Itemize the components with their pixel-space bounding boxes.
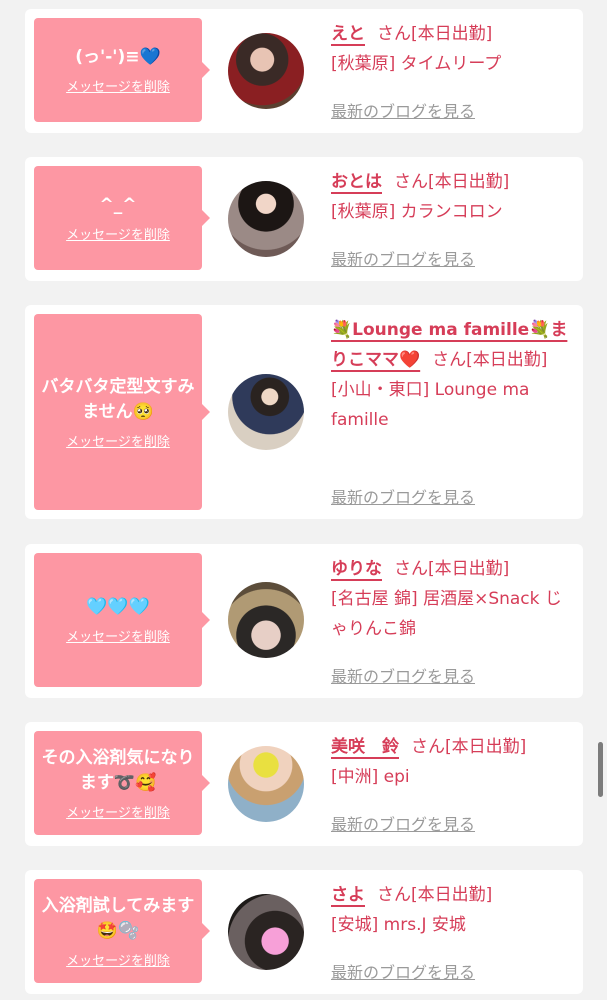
view-blog-link[interactable]: 最新のブログを見る — [331, 811, 475, 835]
message-text: バタバタ定型文すみません🥺 — [41, 376, 195, 422]
list-item: 入浴剤試してみます🤩🫧 メッセージを削除 さよ さん[本日出勤] [安城] mrs… — [25, 870, 583, 994]
list-item: バタバタ定型文すみません🥺 メッセージを削除 💐Lounge ma famill… — [25, 305, 583, 519]
delete-message-link[interactable]: メッセージを削除 — [66, 950, 170, 969]
honorific: さん — [377, 885, 411, 905]
delete-message-link[interactable]: メッセージを削除 — [66, 76, 170, 95]
message-text: その入浴剤気になります➰🥰 — [41, 747, 195, 793]
view-blog-link[interactable]: 最新のブログを見る — [331, 484, 475, 508]
message-bubble: 🩵🩵🩵 メッセージを削除 — [34, 553, 210, 687]
message-text: 入浴剤試してみます🤩🫧 — [41, 895, 195, 941]
cast-info: ゆりな さん[本日出勤] [名古屋 錦] 居酒屋×Snack じゃりんこ錦 — [331, 554, 571, 644]
message-bubble: ^_^ メッセージを削除 — [34, 166, 210, 270]
status-badge: [本日出勤] — [411, 885, 493, 905]
message-bubble: 入浴剤試してみます🤩🫧 メッセージを削除 — [34, 879, 210, 983]
status-badge: [本日出勤] — [466, 350, 548, 370]
message-text: (っ'-')≡💙 — [75, 47, 161, 67]
delete-message-link[interactable]: メッセージを削除 — [66, 626, 170, 645]
status-badge: [本日出勤] — [428, 172, 510, 192]
status-badge: [本日出勤] — [445, 737, 527, 757]
shop-name: [名古屋 錦] 居酒屋×Snack じゃりんこ錦 — [331, 589, 562, 639]
delete-message-link[interactable]: メッセージを削除 — [66, 802, 170, 821]
delete-message-link[interactable]: メッセージを削除 — [66, 224, 170, 243]
honorific: さん — [394, 172, 428, 192]
honorific: さん — [411, 737, 445, 757]
honorific: さん — [377, 24, 411, 44]
cast-name-link[interactable]: おとは — [331, 172, 382, 192]
cast-info: おとは さん[本日出勤] [秋葉原] カランコロン — [331, 167, 571, 227]
list-item: その入浴剤気になります➰🥰 メッセージを削除 美咲 鈴さん[本日出勤] [中洲]… — [25, 722, 583, 846]
cast-info: 美咲 鈴さん[本日出勤] [中洲] epi — [331, 732, 571, 792]
cast-info: 💐Lounge ma famille💐まりこママ❤️ さん[本日出勤] [小山・東… — [331, 315, 571, 435]
shop-name: [安城] mrs.J 安城 — [331, 915, 466, 935]
avatar[interactable] — [228, 746, 304, 822]
avatar[interactable] — [228, 582, 304, 658]
view-blog-link[interactable]: 最新のブログを見る — [331, 959, 475, 983]
avatar[interactable] — [228, 894, 304, 970]
cast-info: さよ さん[本日出勤] [安城] mrs.J 安城 — [331, 880, 571, 940]
delete-message-link[interactable]: メッセージを削除 — [66, 431, 170, 450]
cast-name-link[interactable]: さよ — [331, 885, 365, 905]
message-bubble: その入浴剤気になります➰🥰 メッセージを削除 — [34, 731, 210, 835]
list-item: ^_^ メッセージを削除 おとは さん[本日出勤] [秋葉原] カランコロン 最新… — [25, 157, 583, 281]
view-blog-link[interactable]: 最新のブログを見る — [331, 663, 475, 687]
list-item: 🩵🩵🩵 メッセージを削除 ゆりな さん[本日出勤] [名古屋 錦] 居酒屋×Sna… — [25, 544, 583, 698]
scrollbar[interactable] — [598, 742, 603, 797]
honorific: さん — [432, 350, 467, 370]
avatar[interactable] — [228, 33, 304, 109]
shop-name: [中洲] epi — [331, 767, 410, 787]
view-blog-link[interactable]: 最新のブログを見る — [331, 246, 475, 270]
message-bubble: (っ'-')≡💙 メッセージを削除 — [34, 18, 210, 122]
message-text: ^_^ — [99, 195, 137, 215]
cast-info: えと さん[本日出勤] [秋葉原] タイムリープ — [331, 19, 571, 79]
view-blog-link[interactable]: 最新のブログを見る — [331, 98, 475, 122]
shop-name: [秋葉原] タイムリープ — [331, 54, 502, 74]
shop-name: [秋葉原] カランコロン — [331, 202, 503, 222]
status-badge: [本日出勤] — [428, 559, 510, 579]
honorific: さん — [394, 559, 428, 579]
cast-name-link[interactable]: ゆりな — [331, 559, 382, 579]
cast-name-link[interactable]: 美咲 鈴 — [331, 737, 399, 757]
message-text: 🩵🩵🩵 — [86, 597, 150, 617]
cast-name-link[interactable]: えと — [331, 24, 365, 44]
avatar[interactable] — [228, 181, 304, 257]
avatar[interactable] — [228, 374, 304, 450]
message-bubble: バタバタ定型文すみません🥺 メッセージを削除 — [34, 314, 210, 510]
status-badge: [本日出勤] — [411, 24, 493, 44]
shop-name: [小山・東口] Lounge ma famille — [331, 380, 530, 430]
list-item: (っ'-')≡💙 メッセージを削除 えと さん[本日出勤] [秋葉原] タイムリー… — [25, 9, 583, 133]
